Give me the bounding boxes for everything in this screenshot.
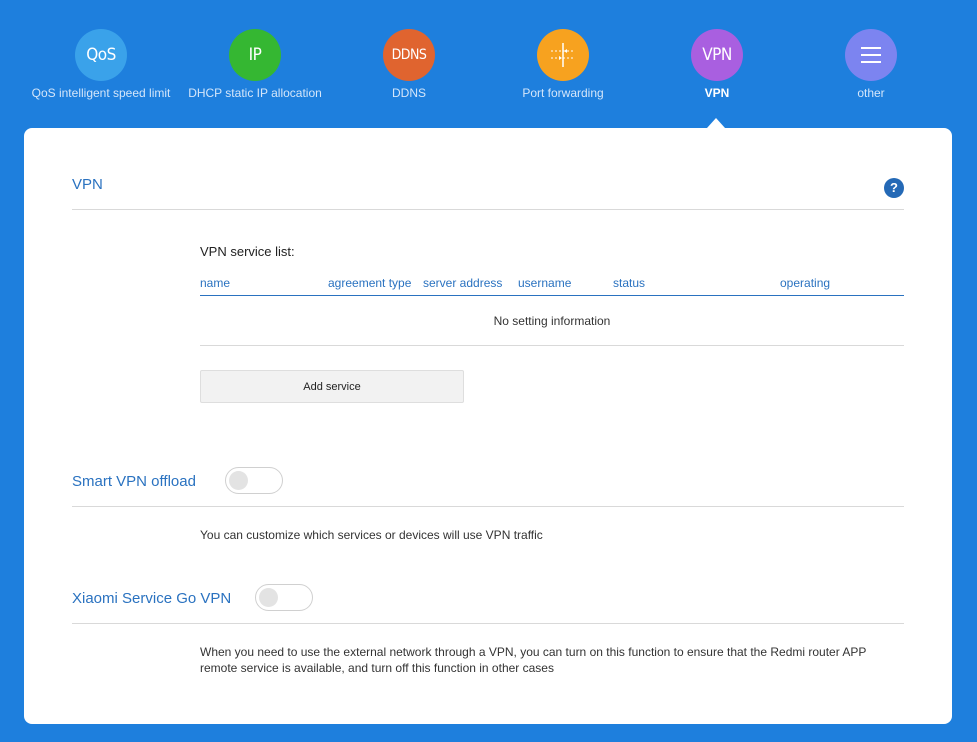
vpn-service-list-title: VPN service list: [200,244,295,259]
nav-label: DDNS [391,86,426,100]
toggle-knob [229,471,248,490]
smart-vpn-offload-description: You can customize which services or devi… [200,528,543,542]
nav-label: Port forwarding [522,86,604,100]
nav-label: DHCP static IP allocation [188,86,322,100]
divider [72,623,904,624]
ddns-icon: DDNS [383,29,435,81]
nav-item-port-forwarding[interactable]: Port forwarding [483,29,643,100]
ip-icon: IP [229,29,281,81]
smart-vpn-offload-title: Smart VPN offload [72,473,196,490]
nav-item-vpn[interactable]: VPN VPN [637,29,797,100]
nav-label: QoS intelligent speed limit [31,86,171,100]
column-header-name: name [200,276,231,290]
column-header-agreement-type: agreement type [328,276,412,290]
smart-vpn-offload-toggle[interactable] [225,467,283,494]
nav-item-ddns[interactable]: DDNS DDNS [329,29,489,100]
divider [72,506,904,507]
column-header-operating: operating [780,276,831,290]
column-header-status: status [613,276,646,290]
vpn-section-title: VPN [72,176,103,193]
top-nav: QoS QoS intelligent speed limit IP DHCP … [0,0,977,128]
xiaomi-go-vpn-title: Xiaomi Service Go VPN [72,590,232,607]
qos-icon: QoS [75,29,127,81]
empty-table-message: No setting information [493,314,611,328]
port-forwarding-icon [537,29,589,81]
nav-item-qos[interactable]: QoS QoS intelligent speed limit [21,29,181,100]
nav-label: VPN [704,86,730,100]
vpn-icon: VPN [691,29,743,81]
nav-item-dhcp[interactable]: IP DHCP static IP allocation [175,29,335,100]
menu-icon [845,29,897,81]
xiaomi-go-vpn-toggle[interactable] [255,584,313,611]
column-header-username: username [518,276,572,290]
table-bottom-divider [200,345,904,346]
nav-label: other [857,86,885,100]
toggle-knob [259,588,278,607]
help-icon[interactable]: ? [884,178,904,198]
nav-item-other[interactable]: other [791,29,951,100]
add-service-button[interactable]: Add service [200,370,464,403]
divider [72,209,904,210]
column-header-server-address: server address [423,276,503,290]
xiaomi-go-vpn-description: When you need to use the external networ… [200,645,867,675]
table-header-divider [200,295,904,296]
active-tab-pointer [707,118,725,128]
settings-card: VPN ? VPN service list: name agreement t… [24,128,952,724]
